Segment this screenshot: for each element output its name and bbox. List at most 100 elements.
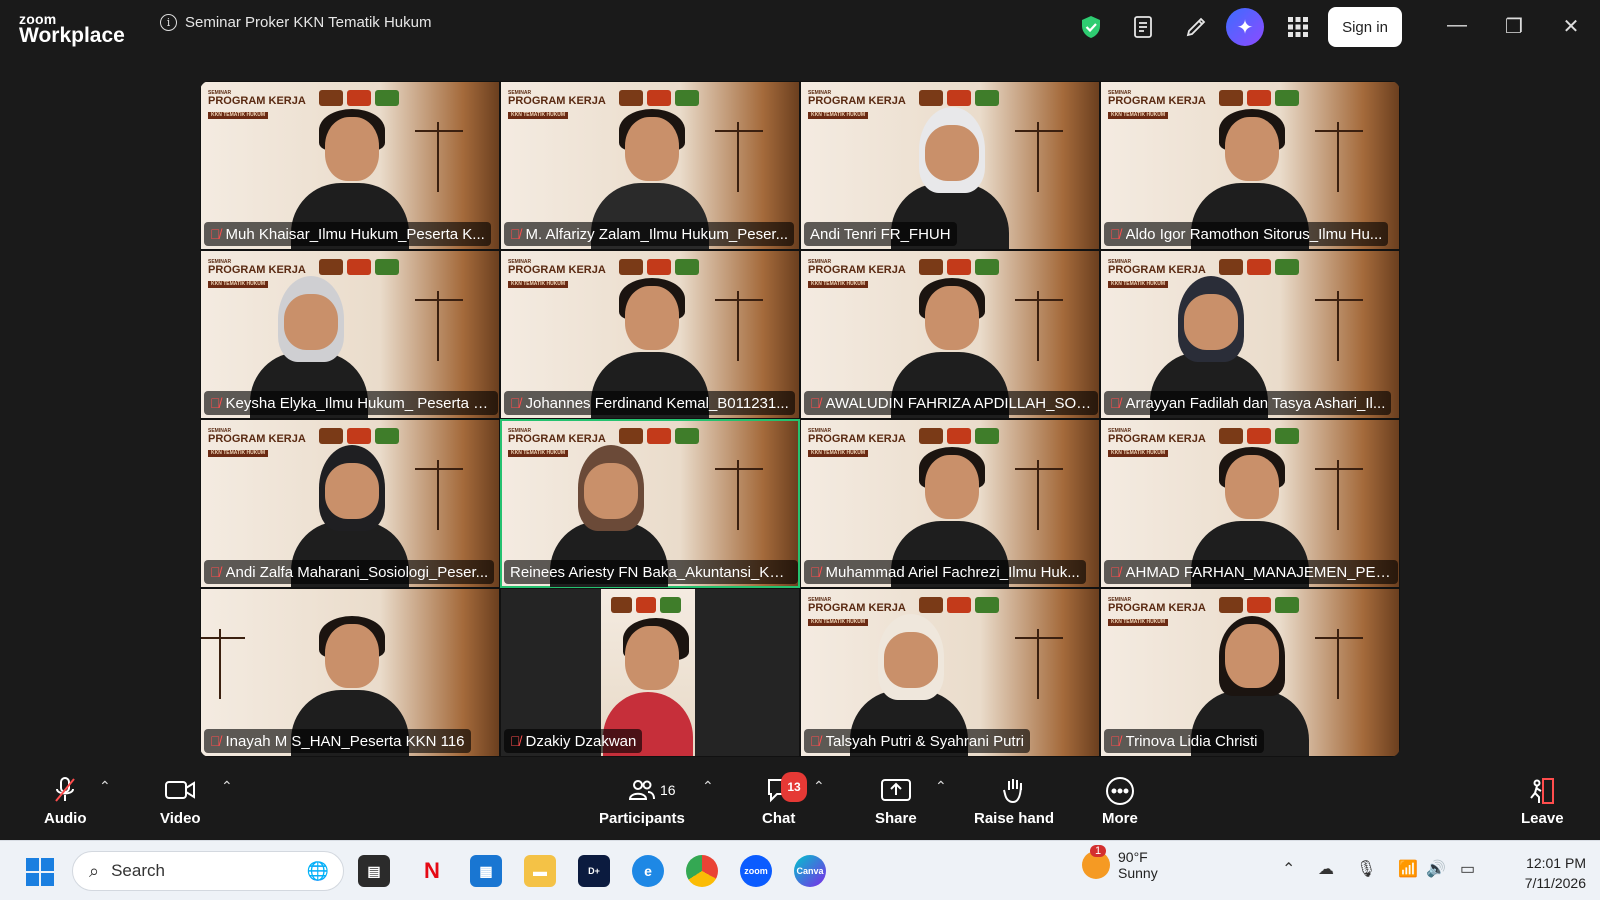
video-options-caret-icon[interactable]: ⌃ — [221, 778, 233, 795]
task-view-icon[interactable]: ▤ — [358, 855, 390, 887]
participant-tile[interactable]: 🎙̸ Inayah M S_HAN_Peserta KKN 116 — [200, 588, 500, 757]
weather-temperature: 90°F — [1118, 849, 1148, 865]
participant-tile[interactable]: SEMINAR PROGRAM KERJA KKN TEMATIK HUKUM 🎙̸… — [200, 419, 500, 588]
participant-nameplate: 🎙̸ M. Alfarizy Zalam_Ilmu Hukum_Peser... — [504, 222, 795, 246]
more-button[interactable]: More — [1102, 776, 1138, 827]
leave-button[interactable]: Leave — [1521, 776, 1564, 827]
sign-in-button[interactable]: Sign in — [1328, 7, 1402, 47]
grid-icon[interactable] — [1283, 12, 1313, 42]
hand-icon — [1001, 776, 1027, 804]
participants-count: 16 — [660, 782, 676, 798]
audio-options-caret-icon[interactable]: ⌃ — [99, 778, 111, 795]
participant-tile[interactable]: SEMINAR PROGRAM KERJA KKN TEMATIK HUKUM 🎙̸… — [800, 419, 1100, 588]
participant-tile[interactable]: 🎙̸ Dzakiy Dzakwan — [500, 588, 800, 757]
audio-label: Audio — [44, 810, 87, 827]
participant-tile[interactable]: SEMINAR PROGRAM KERJA KKN TEMATIK HUKUM 🎙̸… — [1100, 250, 1400, 419]
sun-icon: 1 — [1082, 845, 1110, 879]
participant-nameplate: 🎙̸ Aldo Igor Ramothon Sitorus_Ilmu Hu... — [1104, 222, 1389, 246]
canva-app-icon[interactable]: Canva — [794, 855, 826, 887]
weather-description: Sunny — [1118, 865, 1158, 881]
participant-tile[interactable]: SEMINAR PROGRAM KERJA KKN TEMATIK HUKUM 🎙̸… — [1100, 588, 1400, 757]
partner-logos — [619, 259, 699, 277]
clock-date: 7/11/2026 — [1524, 875, 1586, 891]
more-options-icon — [1105, 776, 1135, 805]
close-icon[interactable]: ✕ — [1558, 14, 1584, 39]
participant-nameplate: 🎙̸ AHMAD FARHAN_MANAJEMEN_PES... — [1104, 560, 1398, 584]
notes-icon[interactable] — [1128, 12, 1158, 42]
justice-scale-image — [1315, 629, 1381, 699]
chat-label: Chat — [762, 810, 796, 827]
participant-nameplate: 🎙̸ Johannes Ferdinand Kemal_B011231... — [504, 391, 795, 415]
participant-tile[interactable]: SEMINAR PROGRAM KERJA KKN TEMATIK HUKUM 🎙̸… — [200, 81, 500, 250]
participant-tile[interactable]: SEMINAR PROGRAM KERJA KKN TEMATIK HUKUM 🎙̸… — [500, 81, 800, 250]
justice-scale-image — [715, 291, 781, 361]
leave-label: Leave — [1521, 810, 1564, 827]
raise-hand-button[interactable]: Raise hand — [974, 776, 1054, 827]
partner-logos — [319, 259, 399, 277]
more-label: More — [1102, 810, 1138, 827]
participant-tile[interactable]: SEMINAR PROGRAM KERJA KKN TEMATIK HUKUM 🎙̸… — [800, 588, 1100, 757]
search-icon: ⌕ — [89, 860, 100, 881]
restore-icon[interactable]: ❐ — [1501, 14, 1527, 39]
weather-widget[interactable]: 1 90°F Sunny — [1082, 845, 1158, 881]
info-icon[interactable]: i — [160, 14, 177, 31]
share-button[interactable]: Share — [875, 776, 917, 827]
mic-muted-icon: 🎙̸ — [510, 733, 521, 749]
zoom-app-icon[interactable]: zoom — [740, 855, 772, 887]
chat-options-caret-icon[interactable]: ⌃ — [813, 778, 825, 795]
participant-nameplate: 🎙̸ Inayah M S_HAN_Peserta KKN 116 — [204, 729, 471, 753]
minimize-icon[interactable]: — — [1444, 14, 1470, 37]
participant-nameplate: Andi Tenri FR_FHUH — [804, 222, 957, 246]
volume-icon[interactable]: 🔊 — [1426, 859, 1446, 879]
file-explorer-icon[interactable]: ▬ — [524, 855, 556, 887]
chat-unread-badge: 13 — [781, 772, 807, 802]
participant-tile[interactable]: SEMINAR PROGRAM KERJA KKN TEMATIK HUKUM 🎙̸… — [500, 250, 800, 419]
participant-tile[interactable]: SEMINAR PROGRAM KERJA KKN TEMATIK HUKUM 🎙̸… — [1100, 81, 1400, 250]
microphone-in-use-icon[interactable]: 🎙 — [1356, 859, 1376, 879]
participant-tile[interactable]: SEMINAR PROGRAM KERJA KKN TEMATIK HUKUM An… — [800, 81, 1100, 250]
mic-muted-icon: 🎙̸ — [210, 564, 221, 580]
partner-logos — [619, 90, 699, 108]
search-placeholder: Search — [111, 861, 165, 880]
participants-icon — [628, 776, 656, 804]
leave-door-icon — [1527, 776, 1557, 804]
microsoft-store-icon[interactable]: ▦ — [470, 855, 502, 887]
windows-start-icon[interactable] — [26, 858, 54, 886]
shield-check-icon[interactable] — [1076, 12, 1106, 42]
mic-muted-icon: 🎙̸ — [1110, 226, 1121, 242]
battery-icon[interactable]: ▭ — [1460, 859, 1475, 879]
justice-scale-image — [1315, 460, 1381, 530]
mic-muted-icon: 🎙̸ — [210, 733, 221, 749]
chat-icon: 13 — [765, 772, 807, 804]
participant-tile[interactable]: SEMINAR PROGRAM KERJA KKN TEMATIK HUKUM 🎙̸… — [1100, 419, 1400, 588]
partner-logos — [919, 428, 999, 446]
share-options-caret-icon[interactable]: ⌃ — [935, 778, 947, 795]
chat-button[interactable]: 13 Chat — [762, 772, 807, 827]
wifi-icon[interactable]: 📶 — [1398, 859, 1418, 879]
sparkle-icon[interactable]: ✦ — [1226, 8, 1264, 46]
participant-nameplate: 🎙̸ Trinova Lidia Christi — [1104, 729, 1264, 753]
audio-button[interactable]: Audio — [44, 776, 87, 827]
onedrive-icon[interactable]: ☁ — [1318, 859, 1334, 879]
mic-muted-icon: 🎙̸ — [210, 395, 221, 411]
partner-logos — [1219, 90, 1299, 108]
meeting-info[interactable]: i Seminar Proker KKN Tematik Hukum — [160, 14, 431, 31]
participant-nameplate: 🎙̸ Keysha Elyka_Ilmu Hukum_ Peserta K... — [204, 391, 498, 415]
mic-muted-icon: 🎙̸ — [810, 395, 821, 411]
disney-plus-icon[interactable]: D+ — [578, 855, 610, 887]
participants-options-caret-icon[interactable]: ⌃ — [702, 778, 714, 795]
participant-tile-active-speaker[interactable]: SEMINAR PROGRAM KERJA KKN TEMATIK HUKUM Re… — [500, 419, 800, 588]
pen-icon[interactable] — [1181, 12, 1211, 42]
taskbar-search[interactable]: ⌕ Search 🌐 — [72, 851, 344, 891]
participant-tile[interactable]: SEMINAR PROGRAM KERJA KKN TEMATIK HUKUM 🎙̸… — [200, 250, 500, 419]
netflix-icon[interactable]: N — [416, 855, 448, 887]
chrome-browser-icon[interactable] — [686, 855, 718, 887]
video-button[interactable]: Video — [160, 776, 201, 827]
edge-browser-icon[interactable]: e — [632, 855, 664, 887]
system-clock[interactable]: 12:01 PM 7/11/2026 — [1506, 853, 1586, 893]
participant-tile[interactable]: SEMINAR PROGRAM KERJA KKN TEMATIK HUKUM 🎙̸… — [800, 250, 1100, 419]
show-hidden-icons-chevron-icon[interactable]: ⌃ — [1282, 859, 1295, 879]
mic-muted-icon: 🎙̸ — [210, 226, 221, 242]
mic-muted-icon: 🎙̸ — [510, 226, 521, 242]
justice-scale-image — [1015, 291, 1081, 361]
